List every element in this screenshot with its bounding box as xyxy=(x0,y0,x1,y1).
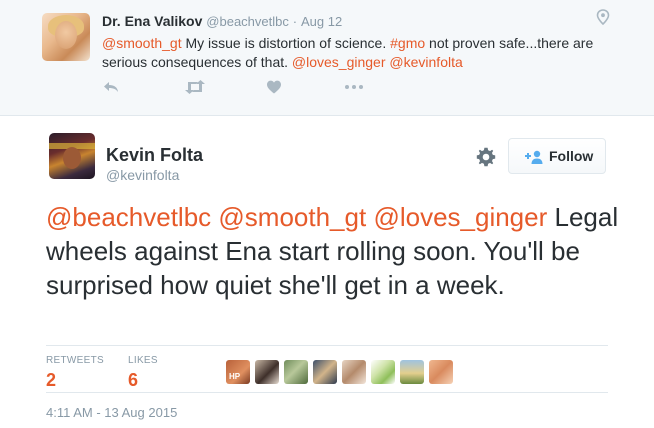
likes-label: LIKES xyxy=(128,355,158,366)
retweets-stat[interactable]: RETWEETS 2 xyxy=(46,355,104,391)
more-icon[interactable] xyxy=(344,79,368,97)
mention-link[interactable]: @loves_ginger xyxy=(292,54,386,70)
parent-tweet-date[interactable]: Aug 12 xyxy=(301,14,342,29)
liker-avatar[interactable] xyxy=(371,360,395,384)
mention-link[interactable]: @kevinfolta xyxy=(389,54,462,70)
parent-tweet-actions xyxy=(102,79,382,97)
likes-count: 6 xyxy=(128,370,139,390)
parent-author-handle[interactable]: @beachvetlbc xyxy=(206,14,289,29)
parent-author-name[interactable]: Dr. Ena Valikov xyxy=(102,13,202,29)
gear-icon[interactable] xyxy=(476,147,496,167)
retweet-icon[interactable] xyxy=(184,79,208,97)
tweet-stats: RETWEETS 2 LIKES 6 HP xyxy=(46,345,608,393)
main-tweet-text: @beachvetlbc @smooth_gt @loves_ginger Le… xyxy=(46,200,626,302)
location-pin-icon[interactable] xyxy=(596,9,610,25)
parent-tweet-header: Dr. Ena Valikov @beachvetlbc · Aug 12 xyxy=(102,13,342,29)
header-separator: · xyxy=(292,14,298,29)
parent-avatar[interactable] xyxy=(42,13,90,61)
liker-avatar[interactable] xyxy=(342,360,366,384)
like-icon[interactable] xyxy=(266,79,290,97)
avatar-face-shape xyxy=(63,147,81,169)
parent-tweet-text: @smooth_gt My issue is distortion of sci… xyxy=(102,34,642,72)
add-user-icon xyxy=(525,150,543,164)
parent-tweet[interactable]: Dr. Ena Valikov @beachvetlbc · Aug 12 @s… xyxy=(0,0,654,116)
liker-initials: HP xyxy=(229,372,241,381)
reply-icon[interactable] xyxy=(102,79,126,97)
main-author-name[interactable]: Kevin Folta xyxy=(106,145,203,166)
retweets-count: 2 xyxy=(46,370,57,390)
retweets-label: RETWEETS xyxy=(46,355,104,366)
mention-link[interactable]: @smooth_gt xyxy=(102,35,182,51)
mention-link[interactable]: @loves_ginger xyxy=(373,202,547,232)
avatar-face-shape xyxy=(55,21,77,49)
mention-link[interactable]: @smooth_gt xyxy=(218,202,366,232)
liker-avatar[interactable] xyxy=(429,360,453,384)
liker-avatar[interactable]: HP xyxy=(226,360,250,384)
likes-stat[interactable]: LIKES 6 xyxy=(128,355,158,391)
main-author-avatar[interactable] xyxy=(49,133,95,179)
mention-link[interactable]: @beachvetlbc xyxy=(46,202,211,232)
follow-button-label: Follow xyxy=(549,148,594,164)
liker-avatar[interactable] xyxy=(400,360,424,384)
tweet-timestamp[interactable]: 4:11 AM - 13 Aug 2015 xyxy=(46,405,177,420)
liker-avatar[interactable] xyxy=(313,360,337,384)
hashtag-link[interactable]: #gmo xyxy=(390,35,425,51)
liker-avatar[interactable] xyxy=(255,360,279,384)
follow-button[interactable]: Follow xyxy=(508,138,606,174)
liker-avatar[interactable] xyxy=(284,360,308,384)
tweet-text-fragment: My issue is distortion of science. xyxy=(181,35,391,51)
main-author-handle[interactable]: @kevinfolta xyxy=(106,167,179,183)
